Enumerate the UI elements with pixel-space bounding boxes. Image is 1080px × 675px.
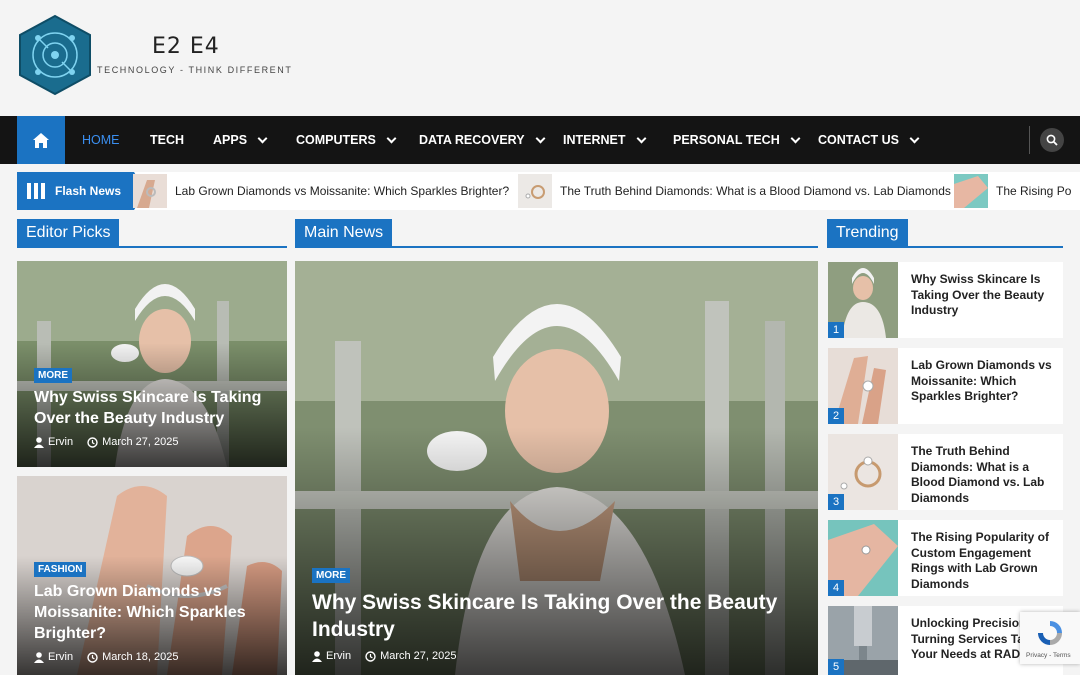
flash-thumb-ring-image (133, 174, 167, 208)
post-meta: Ervin March 27, 2025 (312, 650, 457, 662)
recaptcha-badge[interactable]: Privacy - Terms (1020, 612, 1080, 664)
post-date[interactable]: March 27, 2025 (380, 650, 456, 662)
flash-item[interactable]: Lab Grown Diamonds vs Moissanite: Which … (133, 172, 509, 210)
home-icon (33, 132, 49, 148)
site-title[interactable]: E2 E4 (152, 34, 220, 59)
category-badge[interactable]: FASHION (34, 562, 87, 577)
post-date[interactable]: March 18, 2025 (102, 651, 178, 663)
editor-pick-card[interactable]: MORE Why Swiss Skincare Is Taking Over t… (17, 261, 287, 467)
flash-item[interactable]: The Rising Po (954, 172, 1071, 210)
category-badge[interactable]: MORE (312, 568, 350, 583)
post-meta: Ervin March 27, 2025 (34, 436, 179, 448)
nav-data-recovery[interactable]: DATA RECOVERY (419, 116, 546, 164)
site-tagline: TECHNOLOGY - THINK DIFFERENT (97, 65, 293, 75)
nav-personal-tech[interactable]: PERSONAL TECH (673, 116, 801, 164)
site-header: E2 E4 TECHNOLOGY - THINK DIFFERENT (0, 0, 1080, 116)
flash-news-ticker: Flash News Lab Grown Diamonds vs Moissan… (17, 172, 1080, 210)
trending-heading: Trending (827, 219, 1063, 248)
trending-rank: 5 (828, 659, 844, 675)
post-meta: Ervin March 18, 2025 (34, 651, 179, 663)
trending-rank: 4 (828, 580, 844, 596)
search-button[interactable] (1040, 128, 1064, 152)
flash-item[interactable]: The Truth Behind Diamonds: What is a Blo… (518, 172, 951, 210)
nav-internet[interactable]: INTERNET (563, 116, 646, 164)
trending-title[interactable]: Why Swiss Skincare Is Taking Over the Be… (911, 272, 1061, 319)
main-nav: HOME TECH APPS COMPUTERS DATA RECOVERY I… (0, 116, 1080, 164)
bars-icon (27, 183, 45, 199)
nav-tech[interactable]: TECH (150, 116, 184, 164)
clock-icon (87, 651, 98, 663)
trending-item[interactable]: 3 The Truth Behind Diamonds: What is a B… (828, 434, 1063, 510)
card-title[interactable]: Why Swiss Skincare Is Taking Over the Be… (34, 387, 274, 429)
home-icon-button[interactable] (17, 116, 65, 164)
chevron-down-icon (257, 133, 268, 143)
editor-picks-heading: Editor Picks (17, 219, 287, 248)
user-icon (34, 436, 44, 448)
nav-contact-us[interactable]: CONTACT US (818, 116, 920, 164)
recaptcha-terms[interactable]: Privacy - Terms (1026, 652, 1071, 659)
post-author[interactable]: Ervin (326, 650, 351, 662)
nav-apps[interactable]: APPS (213, 116, 268, 164)
search-icon (1046, 134, 1058, 146)
chevron-down-icon (535, 133, 546, 143)
chevron-down-icon (790, 133, 801, 143)
trending-title[interactable]: Lab Grown Diamonds vs Moissanite: Which … (911, 358, 1061, 405)
main-news-title[interactable]: Why Swiss Skincare Is Taking Over the Be… (312, 589, 792, 643)
user-icon (312, 650, 322, 662)
post-date[interactable]: March 27, 2025 (102, 436, 178, 448)
nav-home[interactable]: HOME (82, 116, 120, 164)
post-author[interactable]: Ervin (48, 436, 73, 448)
nav-divider (1029, 126, 1030, 154)
flash-thumb-diamond-ring-image (518, 174, 552, 208)
trending-item[interactable]: 4 The Rising Popularity of Custom Engage… (828, 520, 1063, 596)
flash-thumb-hand-ring-image (954, 174, 988, 208)
editor-pick-card[interactable]: FASHION Lab Grown Diamonds vs Moissanite… (17, 476, 287, 675)
clock-icon (87, 436, 98, 448)
chevron-down-icon (636, 133, 646, 143)
trending-item[interactable]: 2 Lab Grown Diamonds vs Moissanite: Whic… (828, 348, 1063, 424)
trending-rank: 1 (828, 322, 844, 338)
trending-rank: 2 (828, 408, 844, 424)
category-badge[interactable]: MORE (34, 368, 72, 383)
nav-computers[interactable]: COMPUTERS (296, 116, 397, 164)
user-icon (34, 651, 44, 663)
trending-title[interactable]: The Rising Popularity of Custom Engageme… (911, 530, 1061, 592)
chevron-down-icon (909, 133, 920, 143)
main-news-heading: Main News (295, 219, 818, 248)
recaptcha-icon (1038, 621, 1062, 645)
site-logo[interactable] (18, 14, 92, 96)
flash-news-label: Flash News (17, 172, 146, 210)
trending-rank: 3 (828, 494, 844, 510)
clock-icon (365, 650, 376, 662)
chevron-down-icon (386, 133, 397, 143)
card-title[interactable]: Lab Grown Diamonds vs Moissanite: Which … (34, 581, 274, 644)
post-author[interactable]: Ervin (48, 651, 73, 663)
main-news-card[interactable]: MORE Why Swiss Skincare Is Taking Over t… (295, 261, 818, 675)
trending-item[interactable]: 1 Why Swiss Skincare Is Taking Over the … (828, 262, 1063, 338)
trending-title[interactable]: The Truth Behind Diamonds: What is a Blo… (911, 444, 1061, 506)
